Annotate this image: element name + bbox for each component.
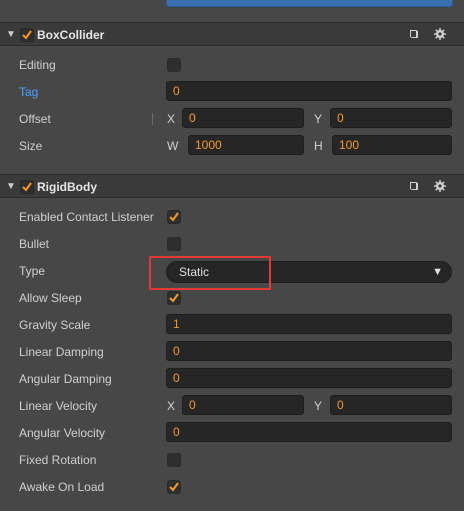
checkmark-icon bbox=[169, 293, 179, 303]
type-label: Type bbox=[19, 264, 46, 278]
awake-on-load-label: Awake On Load bbox=[19, 480, 105, 494]
offset-x-input[interactable]: 0 bbox=[182, 108, 304, 128]
checkmark-icon bbox=[169, 212, 179, 222]
linear-velocity-y-input[interactable]: 0 bbox=[330, 395, 452, 415]
book-icon[interactable] bbox=[408, 28, 420, 40]
checkmark-icon bbox=[169, 482, 179, 492]
enabled-contact-listener-label: Enabled Contact Listener bbox=[19, 210, 154, 224]
allow-sleep-label: Allow Sleep bbox=[19, 291, 82, 305]
offset-y-input[interactable]: 0 bbox=[330, 108, 452, 128]
linear-velocity-x-axis-label: X bbox=[167, 399, 176, 413]
collapse-arrow-icon[interactable]: ▼ bbox=[6, 181, 16, 192]
previous-field[interactable] bbox=[166, 0, 453, 7]
gravity-scale-label: Gravity Scale bbox=[19, 318, 91, 332]
checkmark-icon bbox=[22, 30, 32, 40]
divider bbox=[152, 113, 153, 125]
collapse-arrow-icon[interactable]: ▼ bbox=[6, 29, 16, 40]
gear-icon[interactable] bbox=[434, 28, 446, 40]
boxcollider-title: BoxCollider bbox=[37, 28, 105, 42]
offset-label: Offset bbox=[19, 112, 51, 126]
rigidbody-title: RigidBody bbox=[37, 180, 97, 194]
fixed-rotation-label: Fixed Rotation bbox=[19, 453, 97, 467]
linear-damping-label: Linear Damping bbox=[19, 345, 104, 359]
boxcollider-header[interactable]: ▼ BoxCollider bbox=[0, 22, 464, 46]
linear-velocity-label: Linear Velocity bbox=[19, 399, 98, 413]
awake-on-load-checkbox[interactable] bbox=[167, 480, 181, 494]
dropdown-arrow-icon[interactable]: ▼ bbox=[432, 262, 443, 282]
editing-label: Editing bbox=[19, 58, 56, 72]
rigidbody-enable-checkbox[interactable] bbox=[20, 180, 34, 194]
linear-velocity-y-axis-label: Y bbox=[314, 399, 323, 413]
gear-icon[interactable] bbox=[434, 180, 446, 192]
size-label: Size bbox=[19, 139, 43, 153]
bullet-label: Bullet bbox=[19, 237, 50, 251]
size-w-axis-label: W bbox=[167, 139, 179, 153]
highlight-box bbox=[149, 256, 271, 290]
angular-damping-label: Angular Damping bbox=[19, 372, 112, 386]
size-w-input[interactable]: 1000 bbox=[188, 135, 304, 155]
checkmark-icon bbox=[22, 182, 32, 192]
angular-velocity-label: Angular Velocity bbox=[19, 426, 106, 440]
previous-component-strip bbox=[0, 0, 464, 18]
angular-damping-input[interactable]: 0 bbox=[166, 368, 452, 388]
offset-x-axis-label: X bbox=[167, 112, 176, 126]
enabled-contact-listener-checkbox[interactable] bbox=[167, 210, 181, 224]
boxcollider-enable-checkbox[interactable] bbox=[20, 28, 34, 42]
book-icon[interactable] bbox=[408, 180, 420, 192]
size-h-axis-label: H bbox=[314, 139, 323, 153]
editing-checkbox[interactable] bbox=[167, 58, 181, 72]
linear-velocity-x-input[interactable]: 0 bbox=[182, 395, 304, 415]
rigidbody-header[interactable]: ▼ RigidBody bbox=[0, 174, 464, 198]
offset-y-axis-label: Y bbox=[314, 112, 323, 126]
tag-label: Tag bbox=[19, 85, 39, 99]
angular-velocity-input[interactable]: 0 bbox=[166, 422, 452, 442]
bullet-checkbox[interactable] bbox=[167, 237, 181, 251]
tag-input[interactable]: 0 bbox=[166, 81, 452, 101]
linear-damping-input[interactable]: 0 bbox=[166, 341, 452, 361]
gravity-scale-input[interactable]: 1 bbox=[166, 314, 452, 334]
size-h-input[interactable]: 100 bbox=[332, 135, 452, 155]
fixed-rotation-checkbox[interactable] bbox=[167, 453, 181, 467]
allow-sleep-checkbox[interactable] bbox=[167, 291, 181, 305]
